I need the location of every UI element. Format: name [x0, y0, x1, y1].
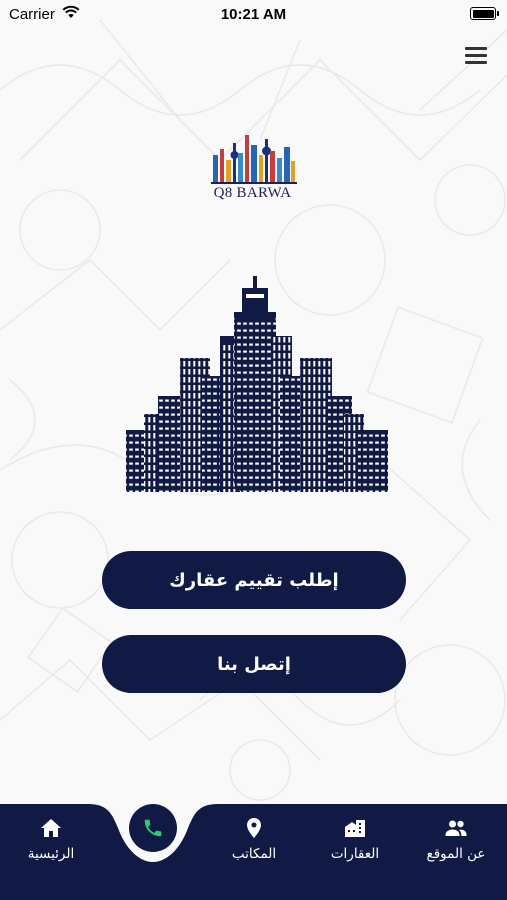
app-screen: Carrier 10:21 AM Q8 BARWA إطلب تقييم عقا… [0, 0, 507, 900]
home-icon [41, 819, 61, 837]
people-icon [445, 820, 467, 836]
clock: 10:21 AM [220, 6, 287, 23]
city-buildings-illustration [126, 276, 388, 492]
tab-offices-label: المكاتب [231, 846, 277, 862]
battery-icon [470, 7, 499, 20]
hamburger-menu-icon[interactable] [463, 44, 491, 66]
phone-icon [144, 819, 162, 837]
tab-properties[interactable]: العقارات [307, 816, 403, 870]
contact-us-label: إتصل بنا [217, 653, 291, 675]
tab-home[interactable]: الرئيسية [3, 816, 99, 870]
logo-text: Q8 BARWA [213, 185, 292, 201]
request-evaluation-label: إطلب تقييم عقارك [169, 569, 339, 591]
buildings-icon [345, 820, 365, 837]
tab-about-label: عن الموقع [426, 846, 486, 862]
tab-offices[interactable]: المكاتب [206, 816, 302, 870]
request-evaluation-button[interactable]: إطلب تقييم عقارك [102, 551, 406, 609]
contact-us-button[interactable]: إتصل بنا [102, 635, 406, 693]
location-pin-icon [247, 818, 261, 838]
tab-properties-label: العقارات [330, 846, 380, 862]
call-button[interactable] [129, 804, 177, 852]
status-bar: Carrier 10:21 AM [0, 0, 507, 30]
tab-home-label: الرئيسية [27, 846, 75, 862]
tab-about[interactable]: عن الموقع [408, 816, 504, 870]
